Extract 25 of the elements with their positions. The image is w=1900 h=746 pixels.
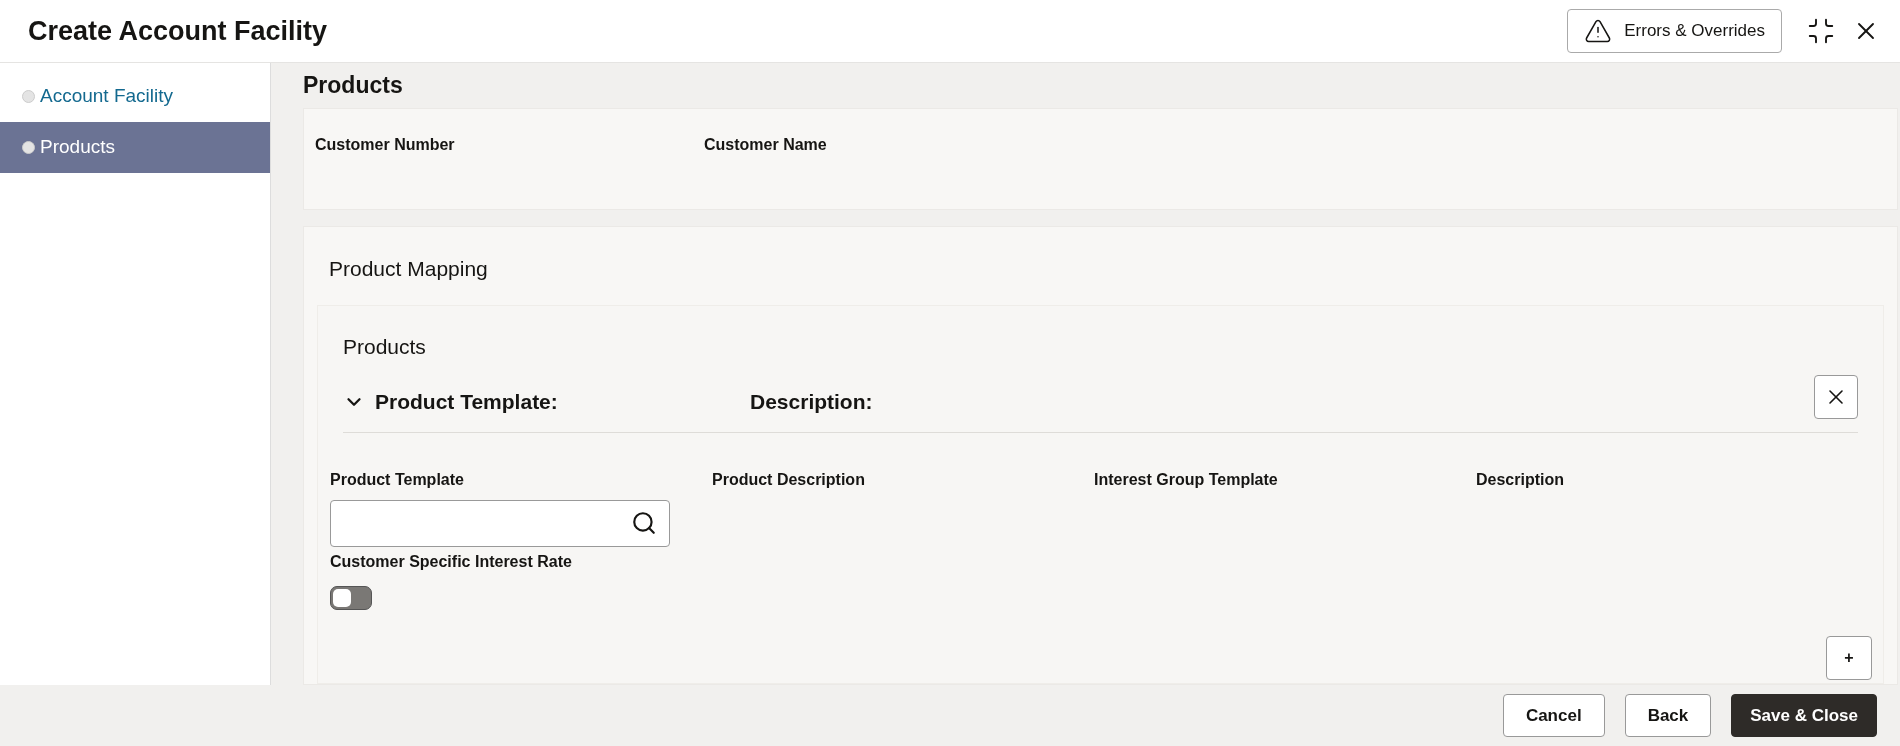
remove-button[interactable] [1814,375,1858,419]
section-heading: Products [303,71,404,100]
row-label: Description: [750,389,873,416]
sidebar-item[interactable]: Products [0,122,270,173]
warning-icon [1584,17,1613,45]
field-label: Product Template [330,469,465,490]
footer-button[interactable]: Back [1624,694,1712,737]
field-label: Description [1476,469,1565,490]
add-button[interactable]: + [1826,636,1872,680]
footer-button[interactable]: Cancel [1502,694,1605,737]
save-close-button[interactable]: Save & Close [1731,694,1877,737]
search-icon[interactable] [631,510,657,536]
field-label: Product Description [712,469,866,490]
card-title: Product Mapping [329,256,489,282]
field-label: Customer Specific Interest Rate [330,551,573,572]
errors-overrides-button[interactable]: Errors & Overrides [1567,9,1782,53]
field-label: Customer Name [704,135,828,155]
window-title: Create Account Facility [28,14,328,48]
product-template-field[interactable] [330,499,670,547]
row-label: Product Template: [375,389,559,416]
minimize-icon[interactable] [1806,16,1836,46]
field-label: Customer Number [315,135,456,155]
toggle-switch[interactable] [330,585,372,610]
panel-title: Products [343,334,427,360]
field-label: Interest Group Template [1094,469,1279,490]
